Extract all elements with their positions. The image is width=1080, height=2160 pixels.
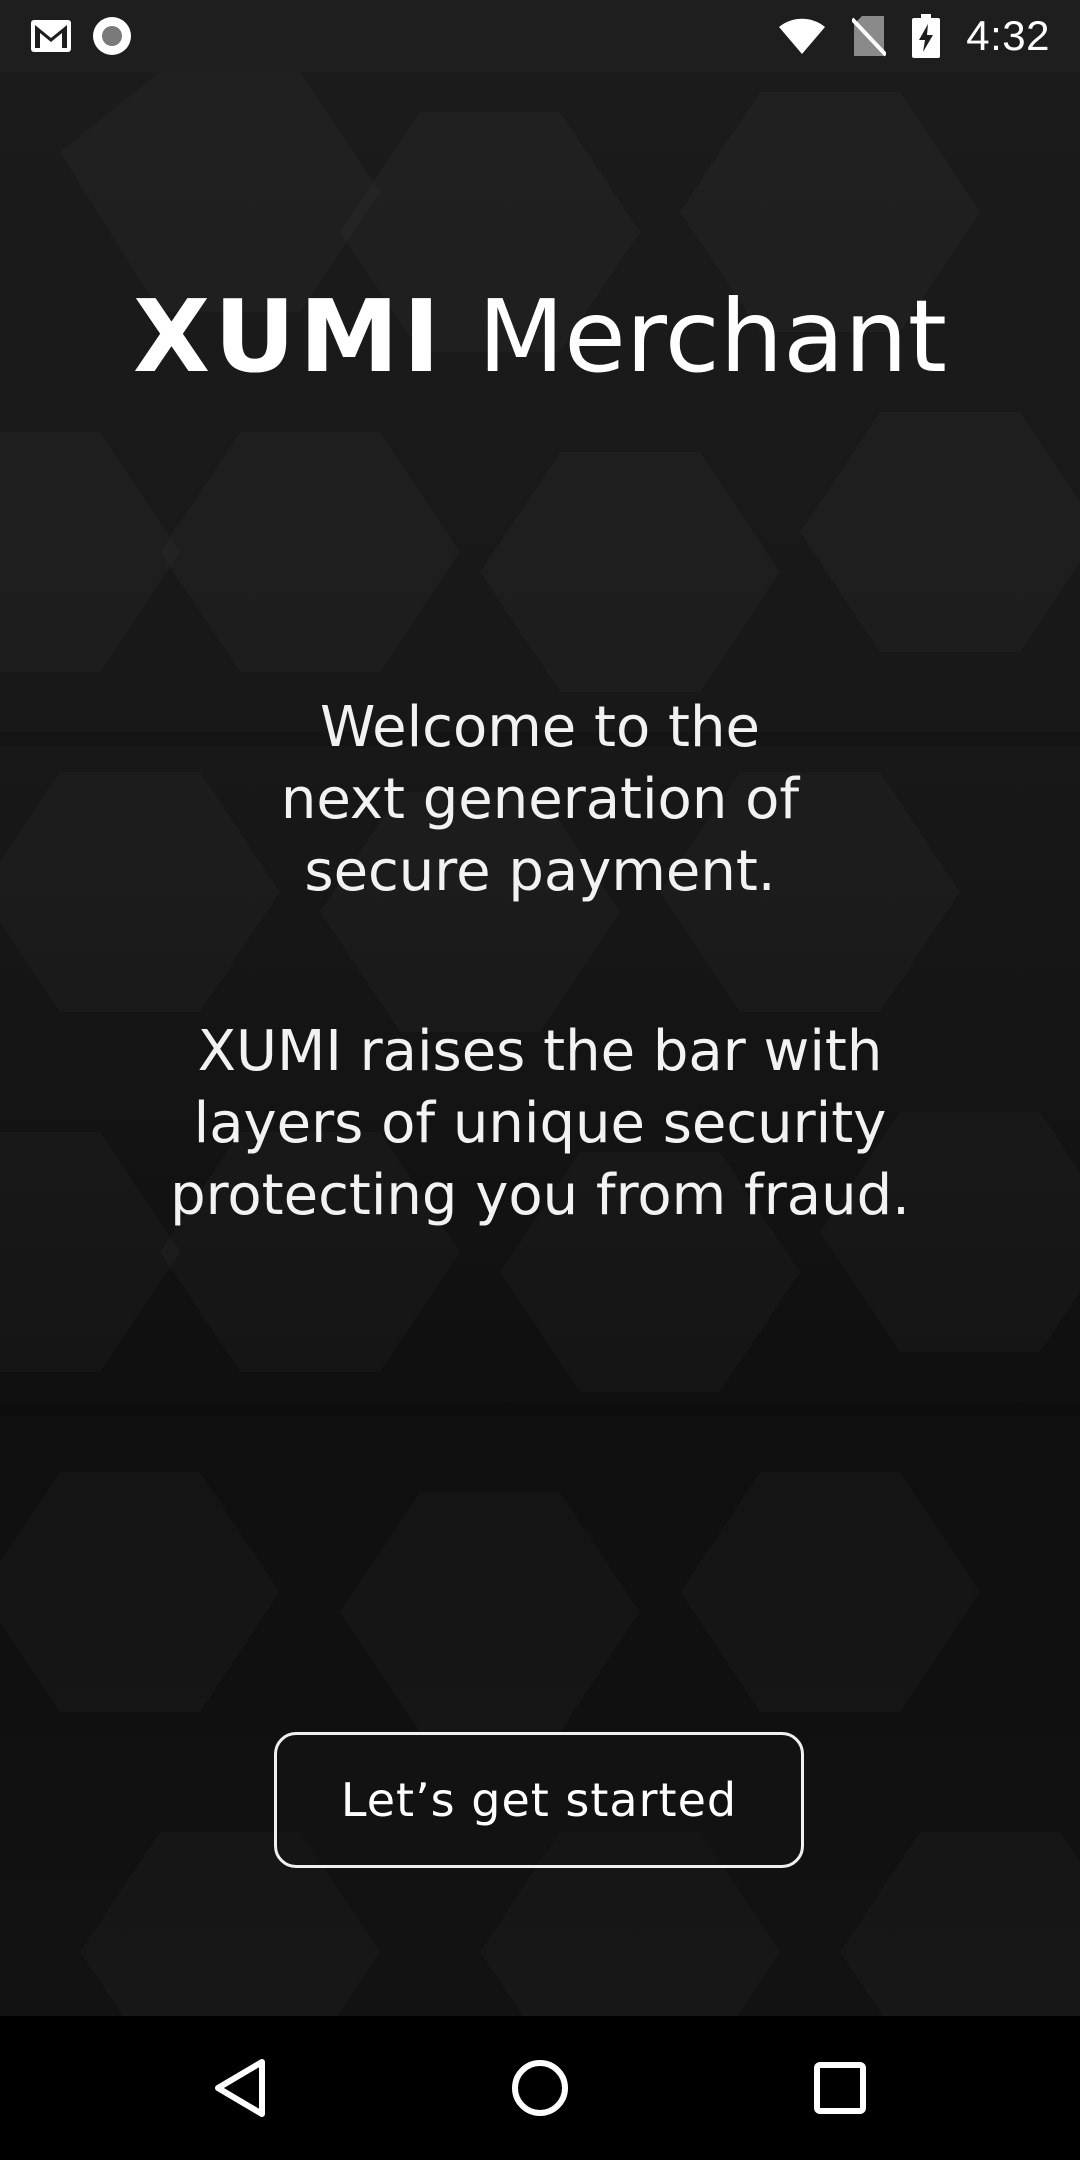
welcome-line: Welcome to the bbox=[320, 695, 760, 760]
screen: 4:32 XUMI Merchant Welcome to the next g… bbox=[0, 0, 1080, 2160]
back-icon bbox=[212, 2058, 268, 2118]
description-line: layers of unique security bbox=[193, 1091, 887, 1156]
record-icon bbox=[92, 16, 132, 56]
home-icon bbox=[510, 2058, 570, 2118]
app-logo: XUMI Merchant bbox=[0, 282, 1080, 392]
logo-product: Merchant bbox=[478, 278, 947, 395]
gmail-icon bbox=[30, 19, 72, 53]
navigation-bar bbox=[0, 2016, 1080, 2160]
recents-button[interactable] bbox=[800, 2048, 880, 2128]
welcome-line: secure payment. bbox=[304, 839, 776, 904]
security-description: XUMI raises the bar with layers of uniqu… bbox=[100, 1016, 980, 1232]
logo-brand: XUMI bbox=[133, 278, 445, 395]
welcome-line: next generation of bbox=[280, 767, 800, 832]
welcome-screen: XUMI Merchant Welcome to the next generat… bbox=[0, 72, 1080, 2016]
battery-charging-icon bbox=[912, 14, 941, 58]
status-time: 4:32 bbox=[966, 12, 1050, 59]
description-line: XUMI raises the bar with bbox=[197, 1019, 883, 1084]
welcome-heading: Welcome to the next generation of secure… bbox=[140, 692, 940, 908]
no-sim-icon bbox=[852, 15, 887, 57]
home-button[interactable] bbox=[500, 2048, 580, 2128]
status-left-icons bbox=[30, 16, 132, 56]
status-bar: 4:32 bbox=[0, 0, 1080, 72]
status-right-icons: 4:32 bbox=[778, 10, 1050, 62]
get-started-button[interactable]: Let’s get started bbox=[274, 1732, 804, 1868]
description-line: protecting you from fraud. bbox=[170, 1163, 910, 1228]
wifi-icon bbox=[778, 17, 826, 55]
back-button[interactable] bbox=[200, 2048, 280, 2128]
recents-icon bbox=[813, 2061, 867, 2115]
